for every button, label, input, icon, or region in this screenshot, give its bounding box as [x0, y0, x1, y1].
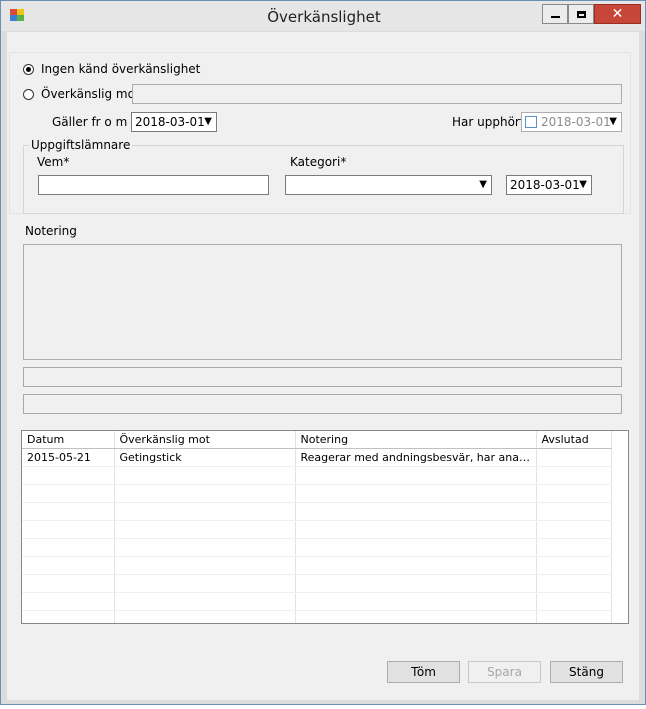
table-cell	[295, 502, 537, 521]
table-cell	[114, 484, 296, 503]
table-cell	[295, 466, 537, 485]
close-button[interactable]: Stäng	[550, 661, 623, 683]
valid-from-label: Gäller fr o m	[52, 115, 128, 129]
dialog-window: Överkänslighet ✕ Ingen känd överkänsligh…	[0, 0, 646, 705]
table-row[interactable]	[22, 592, 612, 611]
dialog-client-area: Ingen känd överkänslighet Överkänslig mo…	[7, 32, 639, 700]
close-icon: ✕	[611, 6, 624, 22]
save-button[interactable]: Spara	[468, 661, 541, 683]
ended-label: Har upphört	[452, 115, 525, 129]
column-header[interactable]: Datum	[22, 431, 115, 449]
ended-datepicker[interactable]: 2018-03-01 ▼	[521, 112, 622, 132]
who-field[interactable]	[38, 175, 269, 195]
table-cell	[536, 502, 612, 521]
clear-button[interactable]: Töm	[387, 661, 460, 683]
table-cell	[22, 466, 115, 485]
table-cell	[114, 592, 296, 611]
status-bar-1	[23, 367, 622, 387]
table-cell	[22, 502, 115, 521]
table-row[interactable]	[22, 484, 612, 503]
informant-date-value: 2018-03-01	[510, 178, 580, 192]
table-cell: Getingstick	[114, 448, 296, 467]
table-cell	[295, 610, 537, 623]
category-dropdown[interactable]: ▼	[285, 175, 492, 195]
table-cell	[295, 538, 537, 557]
table-cell	[295, 574, 537, 593]
close-window-button[interactable]: ✕	[594, 4, 641, 24]
status-bar-2	[23, 394, 622, 414]
column-header[interactable]: Överkänslig mot	[114, 431, 296, 449]
table-cell: 2015-05-21	[22, 448, 115, 467]
table-cell	[22, 520, 115, 539]
history-table: Datum Överkänslig mot Notering Avslutad 201…	[22, 431, 612, 623]
table-row[interactable]	[22, 556, 612, 575]
ended-checkbox[interactable]	[525, 116, 537, 128]
minimize-icon	[550, 16, 560, 18]
informant-date-datepicker[interactable]: 2018-03-01 ▼	[506, 175, 592, 195]
table-cell	[22, 556, 115, 575]
allergy-history-grid[interactable]: Datum Överkänslig mot Notering Avslutad 201…	[21, 430, 629, 624]
table-cell	[295, 520, 537, 539]
table-cell	[114, 574, 296, 593]
table-row[interactable]	[22, 466, 612, 485]
chevron-down-icon: ▼	[609, 116, 617, 127]
table-cell	[536, 466, 612, 485]
note-textarea[interactable]	[23, 244, 622, 360]
chevron-down-icon: ▼	[479, 179, 487, 190]
table-cell	[22, 592, 115, 611]
table-cell	[22, 538, 115, 557]
radio-allergic-to[interactable]	[23, 89, 34, 100]
allergic-to-field[interactable]	[132, 84, 622, 104]
radio-no-known-allergy[interactable]	[23, 64, 34, 75]
radio-allergic-to-label[interactable]: Överkänslig mot*	[41, 87, 146, 101]
table-cell	[536, 556, 612, 575]
table-cell	[536, 610, 612, 623]
table-cell	[536, 484, 612, 503]
chevron-down-icon: ▼	[204, 116, 212, 127]
table-cell	[295, 592, 537, 611]
chevron-down-icon: ▼	[579, 179, 587, 190]
table-cell	[295, 484, 537, 503]
valid-from-value: 2018-03-01	[135, 115, 205, 129]
table-cell: Reagerar med andningsbesvär, har anapen …	[295, 448, 537, 467]
table-cell	[114, 502, 296, 521]
table-cell	[22, 574, 115, 593]
maximize-button[interactable]	[568, 4, 594, 24]
table-cell	[536, 574, 612, 593]
table-cell	[22, 484, 115, 503]
valid-from-datepicker[interactable]: 2018-03-01 ▼	[131, 112, 217, 132]
table-row[interactable]	[22, 610, 612, 623]
table-cell	[536, 448, 612, 467]
informant-group-title: Uppgiftslämnare	[29, 138, 133, 152]
table-row[interactable]: 2015-05-21 Getingstick Reagerar med andnin…	[22, 448, 612, 467]
who-label: Vem*	[37, 155, 70, 169]
table-cell	[22, 610, 115, 623]
maximize-icon	[576, 10, 586, 18]
table-cell	[536, 592, 612, 611]
table-cell	[295, 556, 537, 575]
category-label: Kategori*	[290, 155, 347, 169]
table-cell	[536, 538, 612, 557]
column-header[interactable]: Notering	[295, 431, 537, 449]
table-cell	[114, 538, 296, 557]
table-cell	[536, 520, 612, 539]
column-header[interactable]: Avslutad	[536, 431, 612, 449]
table-cell	[114, 610, 296, 623]
title-bar: Överkänslighet ✕	[1, 1, 645, 31]
table-row[interactable]	[22, 520, 612, 539]
table-header-row: Datum Överkänslig mot Notering Avslutad	[22, 431, 612, 449]
table-cell	[114, 466, 296, 485]
table-row[interactable]	[22, 538, 612, 557]
table-row[interactable]	[22, 502, 612, 521]
table-cell	[114, 556, 296, 575]
minimize-button[interactable]	[542, 4, 568, 24]
table-cell	[114, 520, 296, 539]
radio-no-known-allergy-label[interactable]: Ingen känd överkänslighet	[41, 62, 200, 76]
table-row[interactable]	[22, 574, 612, 593]
note-label: Notering	[25, 224, 77, 238]
ended-value: 2018-03-01	[541, 115, 611, 129]
